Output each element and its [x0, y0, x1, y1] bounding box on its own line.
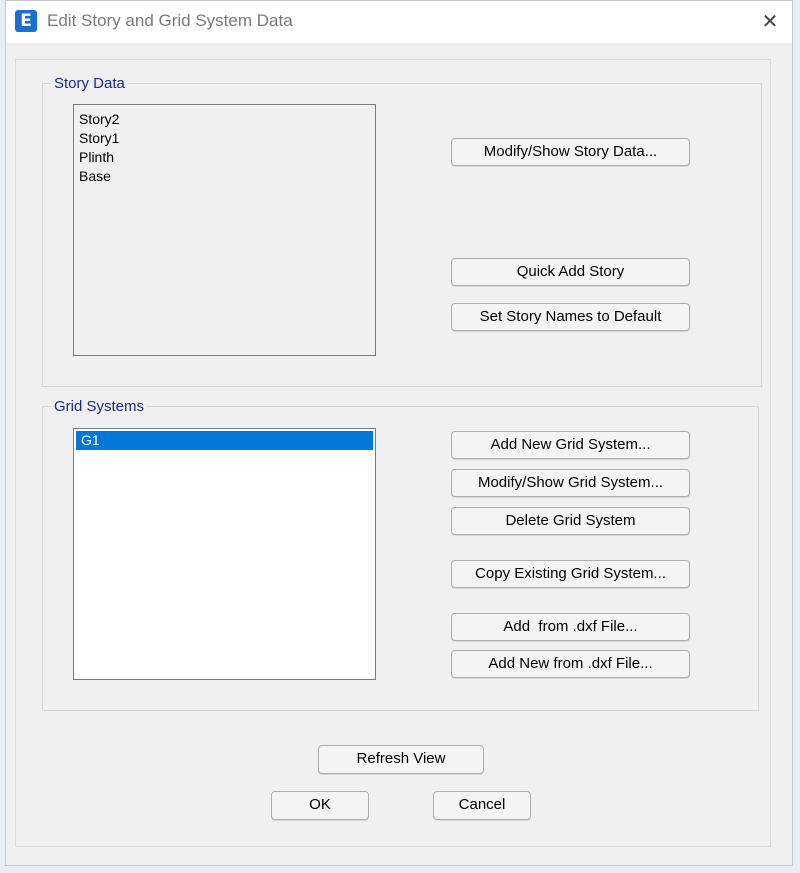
- grid-system-list[interactable]: G1: [73, 428, 376, 680]
- quick-add-story-button[interactable]: Quick Add Story: [451, 258, 690, 286]
- set-story-names-default-button[interactable]: Set Story Names to Default: [451, 303, 690, 331]
- story-list-item[interactable]: Base: [74, 167, 375, 186]
- copy-existing-grid-system-button[interactable]: Copy Existing Grid System...: [451, 560, 690, 588]
- modify-show-story-data-button[interactable]: Modify/Show Story Data...: [451, 138, 690, 166]
- app-logo-icon: E: [15, 10, 37, 32]
- story-data-legend: Story Data: [54, 75, 125, 92]
- add-new-grid-system-button[interactable]: Add New Grid System...: [451, 431, 690, 459]
- story-list-item[interactable]: Story2: [74, 110, 375, 129]
- story-list-item[interactable]: Story1: [74, 129, 375, 148]
- dialog-title: Edit Story and Grid System Data: [47, 11, 293, 30]
- story-list[interactable]: Story2 Story1 Plinth Base: [73, 104, 376, 356]
- title-bar: E Edit Story and Grid System Data ✕: [6, 1, 792, 43]
- story-list-item[interactable]: Plinth: [74, 148, 375, 167]
- close-button[interactable]: ✕: [754, 6, 786, 36]
- ok-button[interactable]: OK: [271, 791, 369, 820]
- refresh-view-button[interactable]: Refresh View: [318, 745, 484, 774]
- add-from-dxf-button[interactable]: Add from .dxf File...: [451, 613, 690, 641]
- cancel-button[interactable]: Cancel: [433, 791, 531, 820]
- delete-grid-system-button[interactable]: Delete Grid System: [451, 507, 690, 535]
- grid-system-list-item[interactable]: G1: [76, 431, 373, 450]
- close-icon: ✕: [761, 10, 779, 33]
- add-new-from-dxf-button[interactable]: Add New from .dxf File...: [451, 650, 690, 678]
- modify-show-grid-system-button[interactable]: Modify/Show Grid System...: [451, 469, 690, 497]
- grid-systems-legend: Grid Systems: [54, 398, 145, 415]
